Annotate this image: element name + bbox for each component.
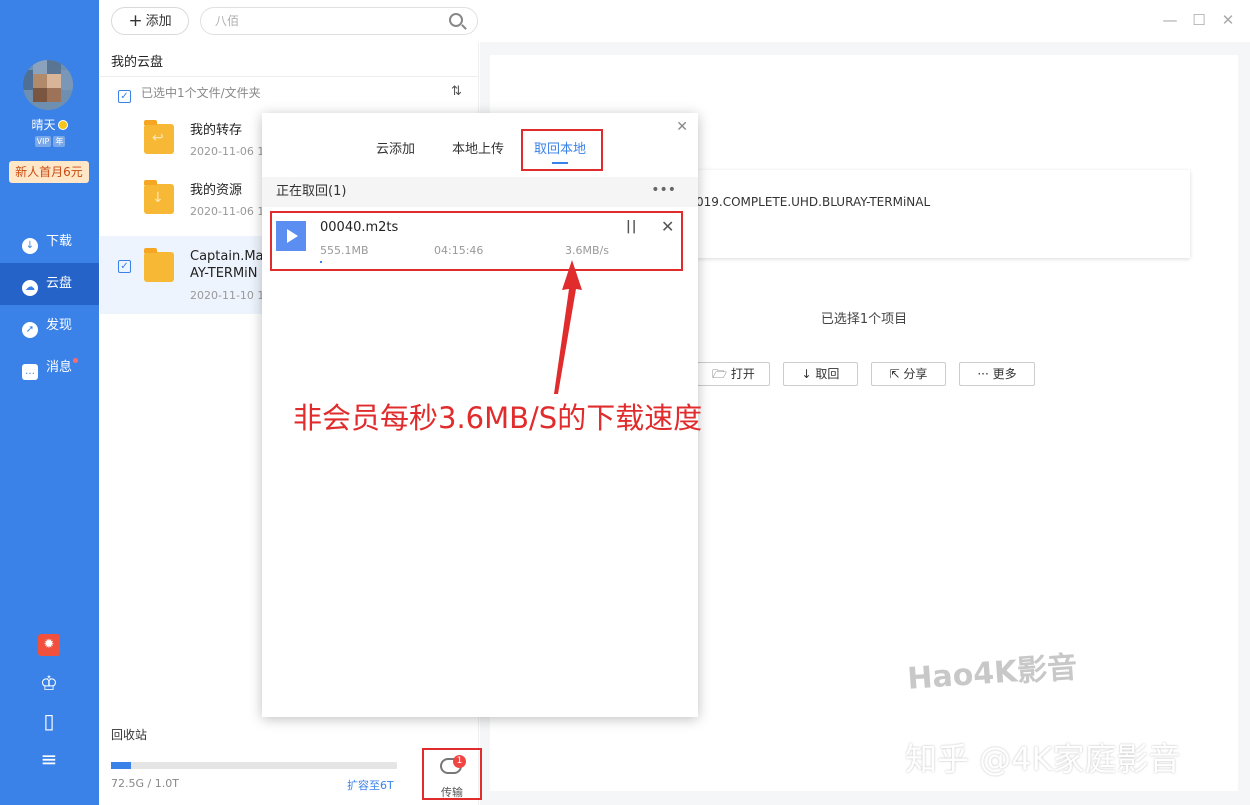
cancel-icon[interactable]: ✕ [661,217,674,236]
quota-fill [111,762,132,769]
close-window-icon[interactable]: ✕ [1218,10,1238,30]
more-button[interactable]: ··· 更多 [959,362,1035,386]
file-date: 2020-11-06 15 [190,145,272,158]
watermark: 知乎 @4K家庭影音 [905,740,1181,778]
download-progress [320,261,322,263]
add-button[interactable]: + 添加 [111,7,189,35]
share-icon: ⇱ [889,367,904,381]
tab-highlight-box [521,129,603,171]
detail-card: 019.COMPLETE.UHD.BLURAY-TERMiNAL [690,170,1190,258]
file-name: 我的转存 [190,123,243,138]
transfer-button[interactable]: 1 传输 [422,748,482,800]
retrieve-button[interactable]: ↓ 取回 [783,362,858,386]
search-input[interactable]: 八佰 [200,7,478,35]
transfer-badge: 1 [453,755,466,768]
file-name: 我的资源 [190,183,243,198]
download-remaining-time: 04:15:46 [434,244,484,257]
row-checkbox[interactable]: ✓ [118,260,131,273]
close-icon[interactable]: ✕ [676,119,688,135]
detail-file-name: 019.COMPLETE.UHD.BLURAY-TERMiNAL [696,195,931,209]
download-item[interactable]: 00040.m2ts 555.1MB 04:15:46 3.6MB/s || ✕ [270,211,683,271]
file-date: 2020-11-10 17 [190,289,272,302]
coin-icon [57,120,68,130]
search-icon[interactable] [449,13,463,27]
open-button[interactable]: 🗁 打开 [697,362,770,386]
list-header: 我的云盘 [111,55,164,70]
selection-info: ✓ 已选中1个文件/文件夹 [118,84,261,103]
sort-icon[interactable]: ⇅ [451,84,462,99]
promo-button[interactable]: 新人首月6元 [9,161,89,183]
menu-icon[interactable]: ≡ [36,746,62,772]
annotation-text: 非会员每秒3.6MB/S的下载速度 [293,401,703,435]
download-speed: 3.6MB/s [565,244,609,257]
annotation-arrow [554,260,582,394]
folder-open-icon: 🗁 [712,367,731,381]
download-file-name: 00040.m2ts [320,220,399,235]
compass-icon: ➚ [22,322,38,338]
unread-dot [73,358,79,363]
transfer-label: 传输 [441,786,463,799]
vip-badges: VIP 年 [26,136,74,148]
tab-local-upload[interactable]: 本地上传 [452,138,504,157]
download-size: 555.1MB [320,244,369,257]
recycle-bin[interactable]: 回收站 [111,726,147,743]
nav-cloud[interactable]: ☁ 云盘 [0,263,99,305]
download-arrow-icon: ↓ [801,367,816,381]
more-icon: ··· [977,367,993,381]
divider [100,76,479,77]
quota-text: 72.5G / 1.0T [111,777,179,790]
video-file-icon [276,221,306,251]
app-window: 晴天 VIP 年 新人首月6元 ↓ 下载 ☁ 云盘 ➚ 发现 … 消息 ✹ ♔ ▯ ≡ +… [0,0,1250,805]
nav-messages[interactable]: … 消息 [0,347,99,389]
crown-icon[interactable]: ♔ [36,670,62,696]
username[interactable]: 晴天 [0,116,99,133]
expand-link[interactable]: 扩容至6T [347,777,394,793]
plus-icon: + [128,11,143,31]
nav-discover[interactable]: ➚ 发现 [0,305,99,347]
gift-icon[interactable]: ✹ [38,634,60,656]
more-icon[interactable]: ••• [651,177,676,203]
quota-bar [111,762,397,769]
year-badge: 年 [53,136,66,147]
folder-icon: ↓ [144,180,174,214]
cloud-icon: ☁ [22,280,38,296]
file-date: 2020-11-06 15 [190,205,272,218]
nav-download[interactable]: ↓ 下载 [0,221,99,263]
folder-icon: ↩ [144,120,174,154]
file-name: Captain.Mar AY-TERMiN [190,249,269,281]
select-all-checkbox[interactable]: ✓ [118,90,131,103]
download-icon: ↓ [22,238,38,254]
maximize-icon[interactable]: ☐ [1189,10,1209,30]
tab-cloud-add[interactable]: 云添加 [376,138,415,157]
share-button[interactable]: ⇱ 分享 [871,362,946,386]
vip-badge: VIP [34,136,52,147]
section-header: 正在取回(1) [262,177,698,207]
minimize-icon[interactable]: — [1160,10,1180,30]
avatar[interactable] [23,60,73,110]
folder-icon [144,248,174,282]
message-icon: … [22,364,38,380]
sidebar: 晴天 VIP 年 新人首月6元 ↓ 下载 ☁ 云盘 ➚ 发现 … 消息 ✹ ♔ ▯ ≡ [0,0,99,805]
phone-icon[interactable]: ▯ [36,708,62,734]
pause-icon[interactable]: || [626,219,638,234]
